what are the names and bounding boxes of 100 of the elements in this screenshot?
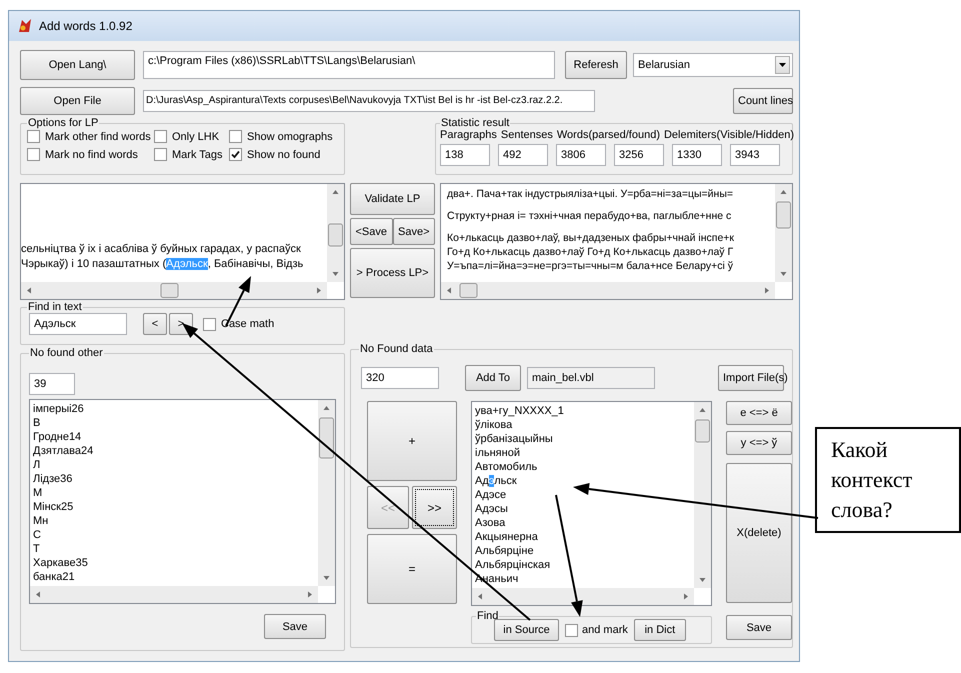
vertical-scrollbar[interactable] (318, 400, 335, 586)
text-line[interactable]: сельніцтва ў іх і асабліва ў буйных гарадах, у распаўск (21, 242, 325, 257)
text-line[interactable]: Структу+рная і= тэхні+чная перабудо+ва, паглыбле+нне с (447, 209, 772, 223)
list-item[interactable]: Адэсе (475, 488, 691, 502)
save-right-button[interactable]: Save> (392, 218, 435, 245)
checkbox[interactable] (27, 148, 40, 161)
app-icon (17, 18, 33, 34)
list-item[interactable]: Азова (475, 516, 691, 530)
processed-text-area[interactable] (440, 183, 793, 300)
list-item[interactable]: Мінск25 (33, 500, 315, 514)
move-button[interactable]: + (367, 401, 457, 481)
path-field[interactable]: D:\Juras\Asp_Aspirantura\Texts corpuses\Bel\Navukovyja TXT\ist Bel is hr -ist Bel-cz3.raz.2.2. (143, 90, 595, 112)
list-item[interactable]: Лідзе36 (33, 472, 315, 486)
list-item[interactable]: Адэсы (475, 502, 691, 516)
horizontal-scrollbar[interactable] (21, 282, 327, 299)
value-field[interactable]: 138 (440, 144, 490, 166)
previous-button[interactable]: < (143, 313, 167, 335)
language-dropdown[interactable]: Belarusian (633, 53, 793, 77)
text-line[interactable]: Ко+лькасць дазво+лаў, вы+дадзеных фабры+чнай інспе+к (447, 231, 772, 245)
move-button[interactable]: >> (412, 486, 457, 529)
move-button[interactable]: = (367, 534, 457, 604)
list-item[interactable]: С (33, 528, 315, 542)
count-lines-button[interactable]: Count lines (733, 88, 793, 114)
path-field[interactable]: c:\Program Files (x86)\SSRLab\TTS\Langs\Belarusian\ (143, 51, 555, 79)
list-item[interactable]: банка21 (33, 570, 315, 584)
list-item[interactable]: ўрбанізацыйны (475, 432, 691, 446)
horizontal-scrollbar[interactable] (472, 588, 694, 605)
side-button[interactable]: X(delete) (726, 463, 792, 603)
list-item[interactable]: імперыі26 (33, 402, 315, 416)
window-title: Add words 1.0.92 (39, 19, 132, 33)
vertical-scrollbar[interactable] (327, 184, 344, 282)
value-field[interactable]: 3943 (730, 144, 780, 166)
horizontal-scrollbar[interactable] (441, 282, 775, 299)
search-field[interactable]: Адэльск (29, 313, 127, 335)
checkbox-label[interactable]: Show omographs (247, 130, 333, 142)
value-field[interactable]: 3256 (614, 144, 664, 166)
add-to-button[interactable]: Add To (465, 365, 521, 391)
list-item[interactable]: Адэльск (475, 474, 691, 488)
save-left-button[interactable]: <Save (350, 218, 392, 245)
open-file-button[interactable]: Open File (20, 87, 135, 115)
list-item[interactable]: Л (33, 458, 315, 472)
text-line[interactable]: Го+д Ко+лькасць дазво+лаў Го+д Ко+лькасць дазво+лаў Г (447, 245, 772, 259)
group-label: No found other (29, 347, 104, 359)
callout: Какой контекст слова? (815, 427, 961, 533)
column-label: Delemiters(Visible/Hidden) (664, 129, 794, 141)
side-button[interactable]: y <=> ў (726, 431, 792, 455)
list-item[interactable]: ільняной (475, 446, 691, 460)
count-field[interactable]: 320 (361, 367, 439, 389)
checkbox[interactable] (154, 130, 167, 143)
list-item[interactable]: ува+гу_NXXXX_1 (475, 404, 691, 418)
checkbox-label[interactable]: Mark no find words (45, 148, 138, 160)
text-line[interactable]: Чэрыкаў) і 10 пазаштатных (Адэльск, Бабінавічы, Відзь (21, 257, 325, 272)
value-field[interactable]: 3806 (556, 144, 606, 166)
list-item[interactable]: Гродне14 (33, 430, 315, 444)
list-item[interactable]: Альбярціне (475, 544, 691, 558)
list-item[interactable]: Автомобиль (475, 460, 691, 474)
checkbox-label[interactable]: Mark Tags (172, 148, 223, 160)
horizontal-scrollbar[interactable] (30, 586, 318, 603)
list-item[interactable]: Мн (33, 514, 315, 528)
in-dict-button[interactable]: in Dict (634, 619, 686, 641)
list-item[interactable]: Т (33, 542, 315, 556)
validate-button[interactable]: Validate LP (350, 183, 435, 215)
in-source-button[interactable]: in Source (494, 619, 559, 641)
refresh-button[interactable]: Referesh (565, 51, 627, 79)
source-text-area[interactable]: сельніцтва ў іх і асабліва ў буйных гарадах, у распаўск Чэрыкаў) і 10 пазаштатных (Адэльск, Бабінавічы, Відзь (20, 183, 345, 300)
list-item[interactable]: Альбярцінская (475, 558, 691, 572)
vertical-scrollbar[interactable] (694, 402, 711, 588)
checkbox-label[interactable]: and mark (582, 624, 628, 636)
checkbox-label[interactable]: Mark other find words (45, 130, 151, 142)
open-lang-button[interactable]: Open Lang\ (20, 50, 135, 80)
save-button[interactable]: Save (264, 614, 326, 639)
count-field[interactable]: 39 (29, 373, 75, 395)
text-line[interactable]: У=ъпа=лі=йна=э=не=ргэ=ты=чны=м бала+нсе Белару+сі ў (447, 259, 772, 273)
checkbox[interactable] (229, 130, 242, 143)
column-label: Words(parsed/found) (556, 129, 660, 141)
save-button[interactable]: Save (726, 615, 792, 640)
checkbox-label[interactable]: Only LHK (172, 130, 220, 142)
process-button[interactable]: > Process LP> (350, 248, 435, 298)
column-label: Sentenses (500, 129, 553, 141)
list-item[interactable]: Харкаве35 (33, 556, 315, 570)
group-label: Find in text (27, 301, 83, 313)
list-item[interactable]: Акцыянерна (475, 530, 691, 544)
checkbox[interactable] (154, 148, 167, 161)
group-label: Find (476, 610, 500, 622)
checkbox[interactable] (27, 130, 40, 143)
value-field[interactable]: 492 (498, 144, 548, 166)
list-item[interactable]: М (33, 486, 315, 500)
checkbox[interactable] (229, 148, 242, 161)
side-button[interactable]: e <=> ё (726, 401, 792, 425)
word-list[interactable]: імперыі26 В Гродне14 Дзятлава24 Л Лідзе36 М Мінск25 Мн С Т Харкаве35 банка21 (29, 399, 336, 604)
column-label: Paragraphs (440, 129, 497, 141)
vertical-scrollbar[interactable] (775, 184, 792, 282)
list-item[interactable]: В (33, 416, 315, 430)
checkbox[interactable] (565, 624, 578, 636)
text-line[interactable]: два+. Пача+так індустрыяліза+цыі. У=рба=ні=за=цы=йны= (447, 187, 772, 201)
list-item[interactable]: Дзятлава24 (33, 444, 315, 458)
checkbox-label[interactable]: Show no found (247, 148, 320, 160)
list-item[interactable]: ўлікова (475, 418, 691, 432)
value-field[interactable]: 1330 (672, 144, 722, 166)
checkbox[interactable] (203, 318, 216, 330)
